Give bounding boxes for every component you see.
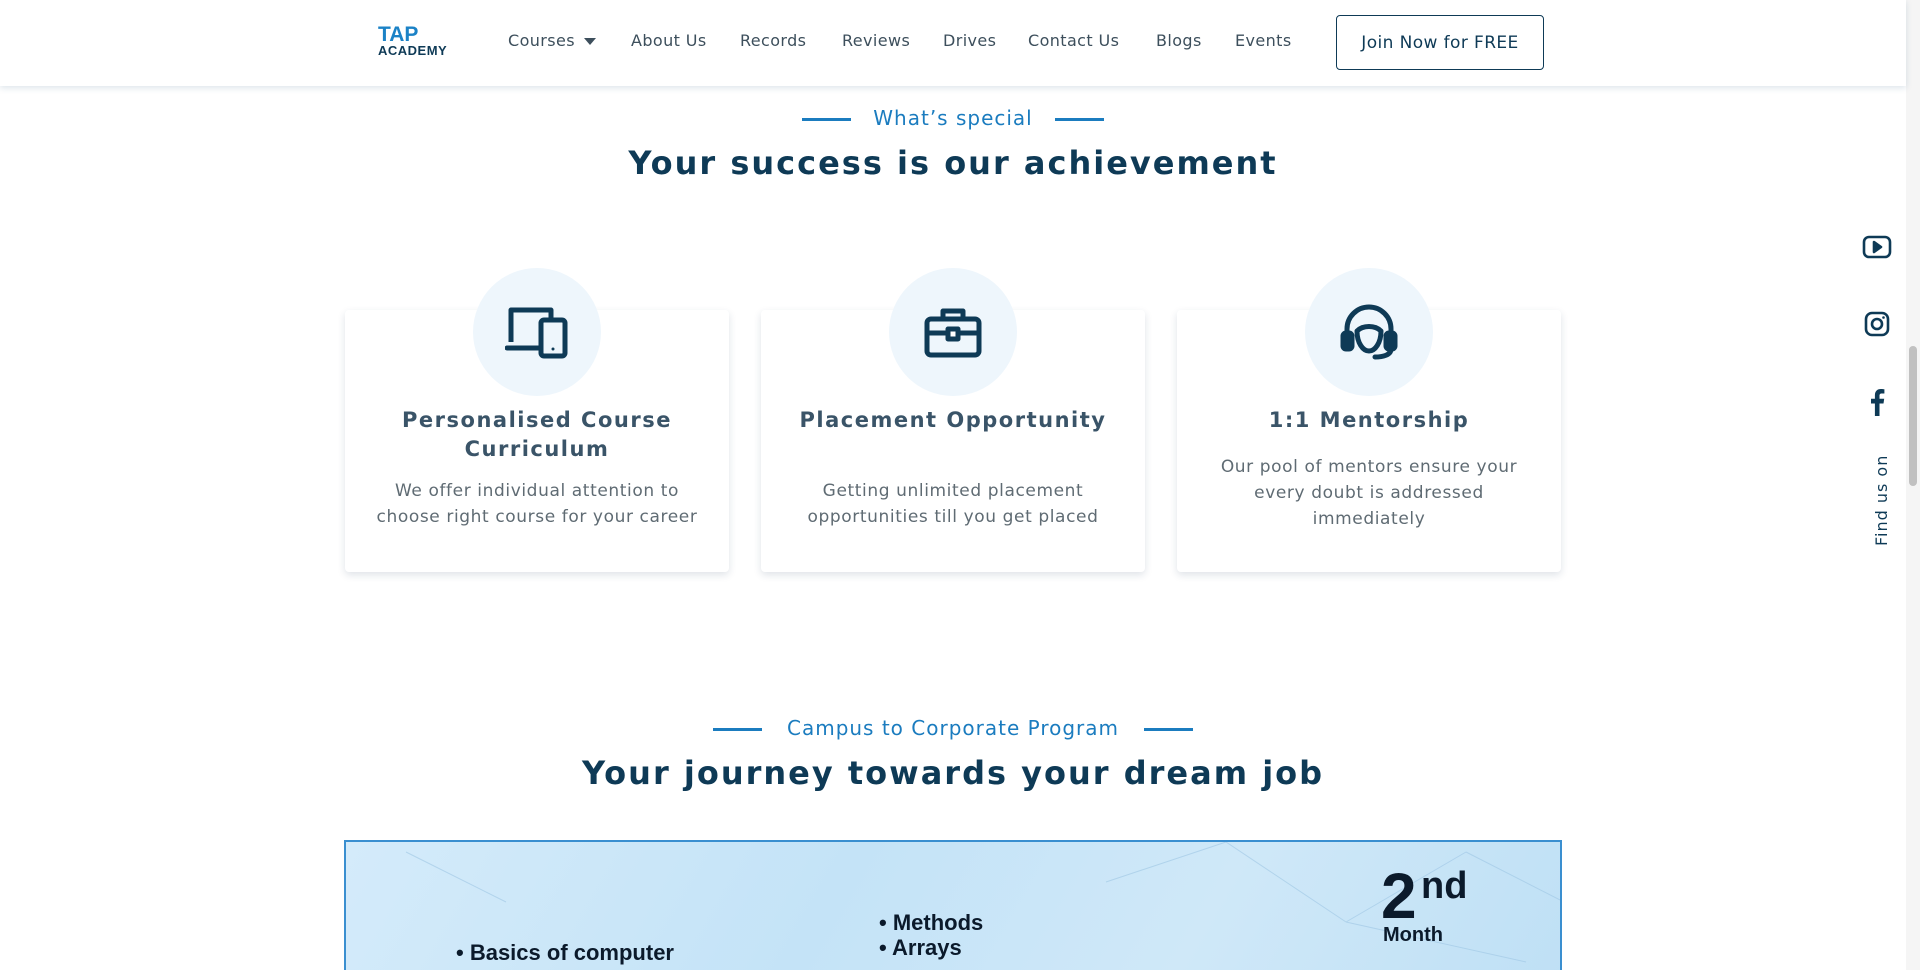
nav-drives[interactable]: Drives (943, 31, 996, 50)
nav-records[interactable]: Records (740, 31, 806, 50)
youtube-icon[interactable] (1860, 234, 1894, 260)
section-eyebrow: What’s special (873, 106, 1033, 130)
devices-icon (473, 268, 601, 396)
month-number: 2 (1381, 860, 1417, 932)
nav-blogs[interactable]: Blogs (1156, 31, 1202, 50)
section-eyebrow: Campus to Corporate Program (786, 716, 1119, 740)
nav-courses-label: Courses (508, 31, 575, 50)
card-title: Placement Opportunity (799, 408, 1107, 432)
scrollbar-thumb[interactable] (1909, 346, 1917, 486)
bullet: • (456, 940, 470, 965)
find-us-text: Find us on (1872, 454, 1891, 546)
headset-icon (1305, 268, 1433, 396)
banner-item-basics-label: Basics of computer (469, 940, 674, 965)
tap-academy-logo[interactable]: TAP ACADEMY (378, 23, 460, 61)
banner-item-basics: • Basics of computer (456, 940, 674, 966)
instagram-icon[interactable] (1860, 311, 1894, 337)
logo-wordmark-top: TAP (378, 23, 419, 46)
card-title: 1:1 Mentorship (1268, 408, 1470, 432)
banner-item-arrays-label: Arrays (892, 935, 962, 960)
card-title: Personalised Course Curriculum (402, 408, 672, 461)
nav-courses[interactable]: Courses (508, 31, 575, 50)
section-title: Your success is our achievement (628, 144, 1278, 182)
program-roadmap-banner: • Basics of computer • Methods • Arrays … (344, 840, 1562, 970)
nav-contact-us[interactable]: Contact Us (1028, 31, 1119, 50)
banner-item-arrays: • Arrays (879, 935, 962, 961)
card-text: Our pool of mentors ensure your every do… (1220, 457, 1518, 529)
logo-wordmark-bottom: ACADEMY (378, 43, 448, 58)
card-text: Getting unlimited placement opportunitie… (807, 481, 1099, 527)
page-scrollbar[interactable] (1906, 0, 1920, 970)
month-word: Month (1383, 924, 1443, 946)
nav-about-us[interactable]: About Us (631, 31, 707, 50)
briefcase-icon (889, 268, 1017, 396)
bullet: • (879, 910, 893, 935)
banner-item-methods-label: Methods (892, 910, 984, 935)
banner-item-methods: • Methods (879, 910, 983, 936)
facebook-icon[interactable] (1860, 388, 1894, 416)
section-title: Your journey towards your dream job (581, 754, 1325, 792)
join-now-button[interactable]: Join Now for FREE (1336, 15, 1544, 70)
bullet: • (879, 935, 892, 960)
nav-reviews[interactable]: Reviews (842, 31, 910, 50)
month-suffix: nd (1421, 865, 1468, 907)
card-text: We offer individual attention to choose … (376, 481, 698, 527)
nav-events[interactable]: Events (1235, 31, 1292, 50)
site-header: TAP ACADEMY Courses About Us Records Rev… (0, 0, 1906, 86)
chevron-down-icon[interactable] (584, 38, 596, 45)
